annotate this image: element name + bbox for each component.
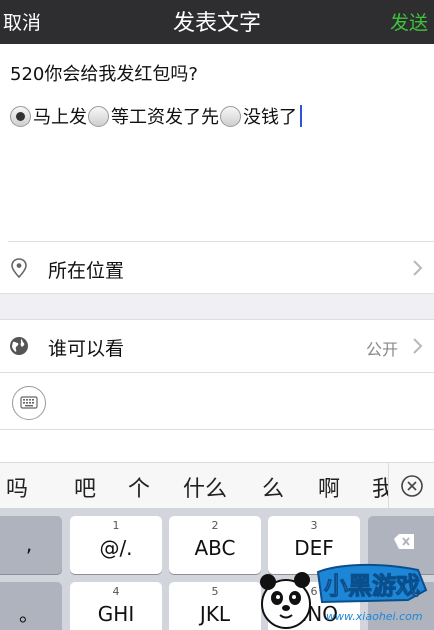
candidate-word[interactable]: 么 bbox=[262, 471, 284, 503]
panda-mascot-icon bbox=[260, 572, 311, 629]
divider bbox=[0, 429, 434, 430]
punct-key-comma[interactable]: , bbox=[0, 516, 62, 574]
xiaohei-watermark-logo: 小黑游戏 www.xiaohei.com bbox=[260, 563, 428, 629]
option-label-1: 马上发 bbox=[33, 107, 87, 128]
candidate-word[interactable]: 啊 bbox=[318, 471, 340, 503]
nav-bar: 取消 发表文字 发送 bbox=[0, 0, 434, 44]
chevron-right-icon bbox=[413, 260, 423, 276]
keyboard-toggle-button[interactable] bbox=[12, 386, 46, 420]
key-4[interactable]: 4 GHI bbox=[70, 582, 162, 630]
visibility-value: 公开 bbox=[365, 340, 398, 359]
page-title: 发表文字 bbox=[172, 11, 261, 36]
candidate-word[interactable]: 什么 bbox=[183, 471, 227, 503]
location-row[interactable]: 所在位置 bbox=[0, 242, 434, 294]
text-cursor bbox=[300, 105, 302, 127]
candidate-word[interactable]: 个 bbox=[128, 471, 150, 503]
svg-text:小黑游戏: 小黑游戏 bbox=[324, 572, 420, 600]
candidate-close-button[interactable] bbox=[388, 463, 434, 509]
option-label-2: 等工资发了先 bbox=[111, 107, 219, 128]
poll-options-line: 马上发 等工资发了先 没钱了 bbox=[10, 104, 302, 128]
candidate-bar: 吗 吧 个 什么 么 啊 我 bbox=[0, 462, 434, 509]
radio-option-2[interactable] bbox=[88, 105, 109, 127]
keyboard-icon bbox=[20, 396, 38, 409]
section-gap bbox=[0, 294, 434, 319]
toolbar-row bbox=[0, 373, 434, 429]
candidate-word[interactable]: 吗 bbox=[6, 471, 28, 503]
key-5[interactable]: 5 JKL bbox=[169, 582, 261, 630]
location-label: 所在位置 bbox=[48, 260, 125, 282]
location-pin-icon bbox=[11, 258, 27, 279]
punct-key-period[interactable]: 。 bbox=[0, 582, 62, 630]
option-label-3: 没钱了 bbox=[243, 107, 297, 128]
key-1[interactable]: 1 @/. bbox=[70, 516, 162, 574]
svg-text:www.xiaohei.com: www.xiaohei.com bbox=[326, 610, 423, 623]
visibility-row[interactable]: 谁可以看 公开 bbox=[0, 320, 434, 372]
globe-icon bbox=[10, 337, 28, 355]
send-button[interactable]: 发送 bbox=[390, 8, 428, 35]
visibility-label: 谁可以看 bbox=[48, 338, 125, 360]
radio-option-1[interactable] bbox=[10, 105, 31, 127]
radio-option-3[interactable] bbox=[220, 105, 241, 127]
key-2[interactable]: 2 ABC bbox=[169, 516, 261, 574]
post-text-line: 520你会给我发红包吗? bbox=[10, 64, 198, 85]
close-circle-icon bbox=[401, 475, 423, 497]
chevron-right-icon bbox=[413, 338, 423, 354]
candidate-word[interactable]: 吧 bbox=[74, 471, 96, 503]
compose-text-area[interactable]: 520你会给我发红包吗? 马上发 等工资发了先 没钱了 bbox=[0, 44, 434, 241]
